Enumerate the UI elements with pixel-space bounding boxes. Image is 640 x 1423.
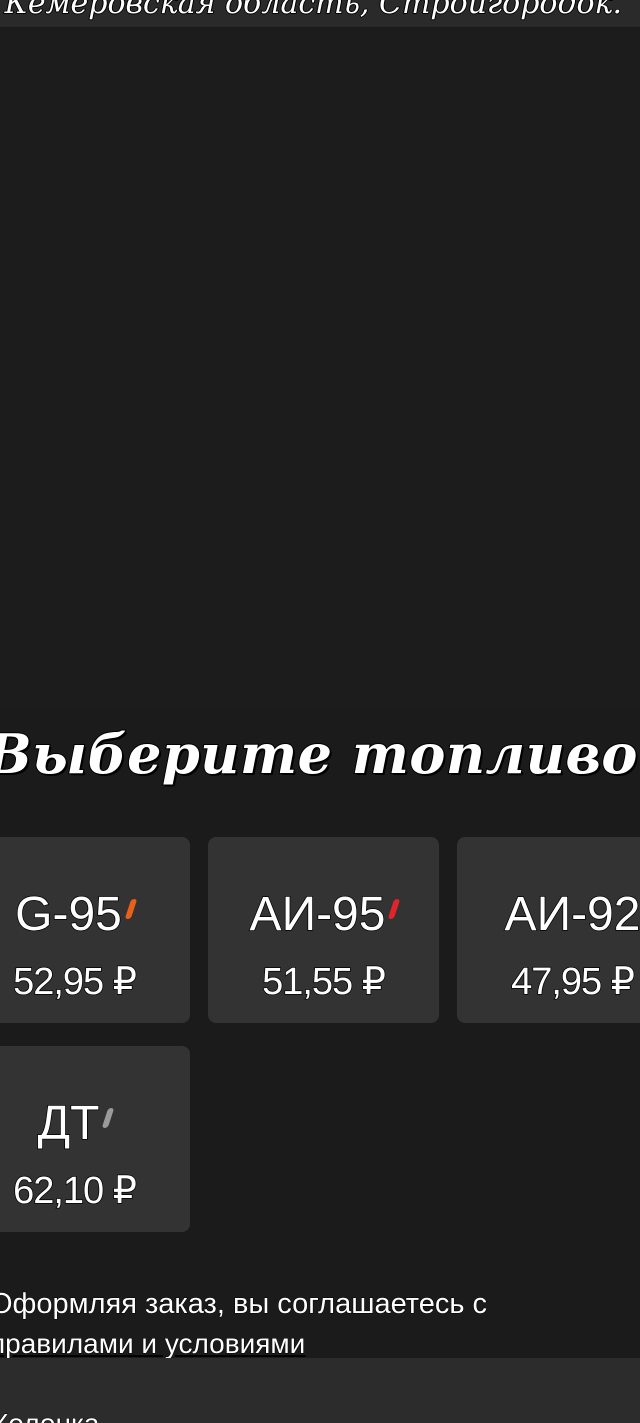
- bottom-panel-label: Колонка: [0, 1408, 100, 1423]
- fuel-card-ai95[interactable]: АИ-95 51,55 ₽: [208, 837, 439, 1023]
- fuel-section-title: Выберите топливо: [0, 721, 638, 787]
- fuel-price: 52,95 ₽: [12, 960, 137, 1004]
- bottom-panel[interactable]: Колонка: [0, 1358, 640, 1423]
- fuel-name: АИ-92: [504, 887, 640, 942]
- station-address: Кемеровская область, Стройгородок.: [4, 0, 623, 22]
- address-bar[interactable]: Кемеровская область, Стройгородок.: [0, 0, 640, 27]
- consent-text: Оформляя заказ, вы соглашаетесь с: [0, 1288, 488, 1321]
- fuel-price: 62,10 ₽: [12, 1169, 137, 1213]
- fuel-name: G-95: [0, 887, 190, 942]
- map-area[interactable]: [0, 27, 640, 707]
- fuel-order-screen: Кемеровская область, Стройгородок. Выбер…: [0, 0, 640, 1423]
- fuel-price: 47,95 ₽: [510, 960, 635, 1004]
- fuel-name: ДТ: [0, 1096, 190, 1151]
- fuel-price: 51,55 ₽: [261, 960, 386, 1004]
- consent-notice: Оформляя заказ, вы соглашаетесь с правил…: [0, 1284, 640, 1364]
- fuel-card-dt[interactable]: ДТ 62,10 ₽: [0, 1046, 190, 1232]
- fuel-name: АИ-95: [208, 887, 439, 942]
- fuel-brand-mark-icon: [388, 899, 401, 919]
- fuel-card-ai92[interactable]: АИ-92 47,95 ₽: [457, 837, 640, 1023]
- fuel-brand-mark-icon: [124, 899, 138, 919]
- fuel-card-g95[interactable]: G-95 52,95 ₽: [0, 837, 190, 1023]
- fuel-brand-mark-icon: [102, 1108, 115, 1128]
